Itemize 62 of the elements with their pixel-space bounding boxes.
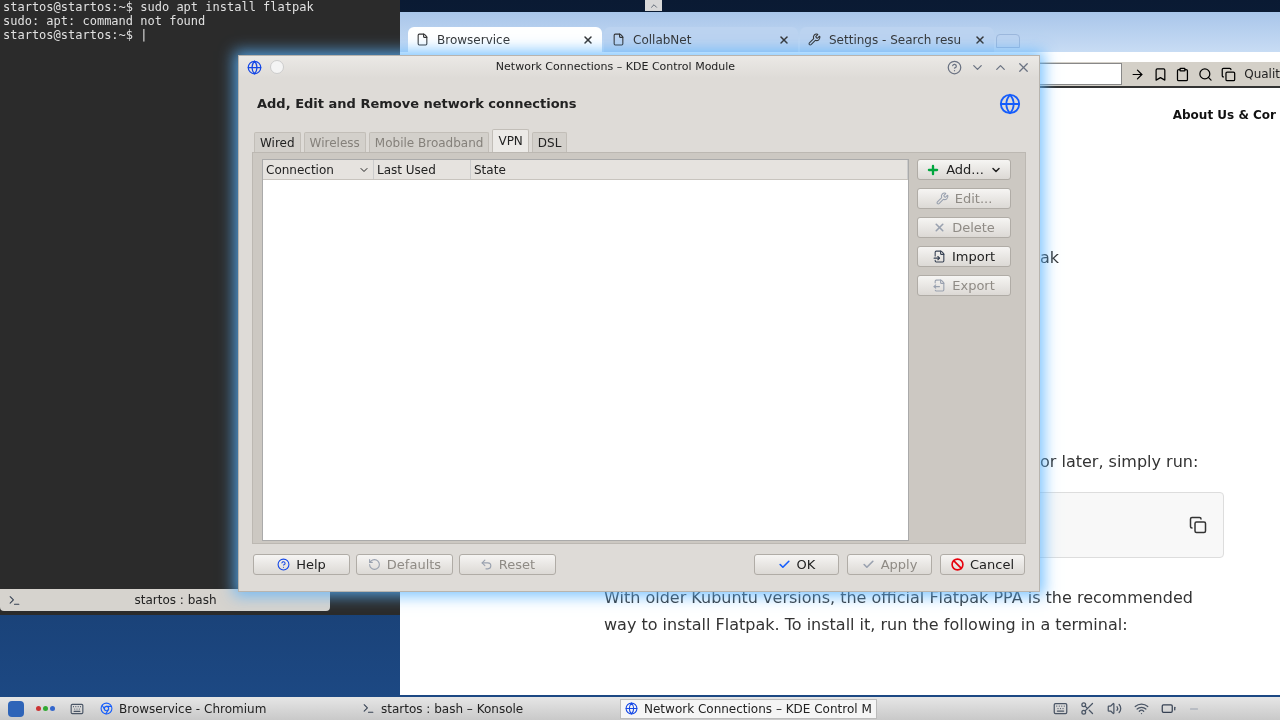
browser-icon	[100, 702, 113, 715]
file-export-icon	[933, 279, 947, 292]
undo-icon	[479, 558, 493, 571]
dialog-button[interactable]: OK	[754, 554, 839, 575]
terminal-tab[interactable]: startos : bash	[0, 589, 330, 611]
volume-icon[interactable]	[1107, 701, 1122, 716]
close-icon[interactable]	[582, 33, 594, 46]
scissors-icon[interactable]	[1080, 701, 1095, 716]
article-text: or later, simply run:	[1040, 452, 1199, 471]
nav-link[interactable]: About Us & Cor	[1172, 106, 1276, 124]
article-text: ak	[1040, 248, 1060, 267]
keyboard-icon[interactable]	[1053, 701, 1068, 716]
tab[interactable]: VPN	[492, 129, 529, 152]
search-icon[interactable]	[1198, 66, 1214, 82]
file-import-icon	[932, 250, 946, 263]
terminal-line: startos@startos:~$ |	[3, 28, 149, 42]
browser-tab[interactable]: CollabNet	[604, 27, 798, 52]
wrench-icon	[935, 192, 949, 205]
dialog-button[interactable]: Help	[253, 554, 350, 575]
kde-menu-button[interactable]	[8, 700, 24, 717]
bookmark-icon[interactable]	[1152, 66, 1168, 82]
page-icon	[416, 33, 429, 46]
terminal-icon	[362, 702, 375, 715]
arrow-icon[interactable]	[1129, 66, 1145, 82]
check-icon	[861, 558, 875, 571]
globe-icon	[247, 59, 262, 75]
dialog-heading: Add, Edit and Remove network connections	[257, 95, 577, 114]
terminal-icon	[8, 593, 21, 607]
cancel-icon	[950, 558, 964, 571]
dialog-button[interactable]: Import	[917, 246, 1011, 267]
wrench-icon	[808, 33, 821, 46]
column-header[interactable]: State	[471, 160, 908, 179]
help-icon	[277, 558, 291, 571]
taskbar-task[interactable]: Network Connections – KDE Control M	[620, 698, 877, 719]
page-icon	[612, 33, 625, 46]
copy-icon[interactable]	[1221, 66, 1237, 82]
column-header[interactable]: Connection	[263, 160, 374, 179]
plus-icon	[926, 162, 941, 177]
dialog-button[interactable]: Cancel	[940, 554, 1025, 575]
copy-icon[interactable]	[1189, 516, 1207, 534]
network-icon[interactable]	[1134, 701, 1149, 716]
help-icon[interactable]	[947, 59, 962, 75]
toolbar-button[interactable]: Qualit	[1244, 65, 1280, 83]
globe-icon	[625, 702, 638, 715]
tab[interactable]: DSL	[531, 132, 568, 152]
terminal-line: startos@startos:~$ sudo apt install flatpak	[3, 0, 315, 14]
battery-icon[interactable]	[1161, 701, 1176, 716]
terminal-line: sudo: apt: command not found	[3, 14, 207, 28]
tab[interactable]: Wired	[254, 132, 301, 152]
clipboard-icon[interactable]	[1175, 66, 1191, 82]
taskbar-task[interactable]: startos : bash – Konsole	[358, 698, 608, 719]
browser-tab[interactable]: Browservice	[408, 27, 602, 52]
close-icon[interactable]	[778, 33, 790, 46]
check-icon	[777, 558, 791, 571]
browser-tab[interactable]: Settings - Search resu	[800, 27, 994, 52]
window-title: Network Connections – KDE Control Module	[494, 58, 737, 75]
close-icon[interactable]	[974, 33, 986, 46]
globe-icon	[999, 93, 1021, 115]
taskbar-task[interactable]: Browservice - Chromium	[96, 698, 346, 719]
dialog-button[interactable]: Add...	[917, 159, 1011, 180]
reset-arrow-icon	[367, 558, 381, 571]
column-header[interactable]: Last Used	[374, 160, 471, 179]
